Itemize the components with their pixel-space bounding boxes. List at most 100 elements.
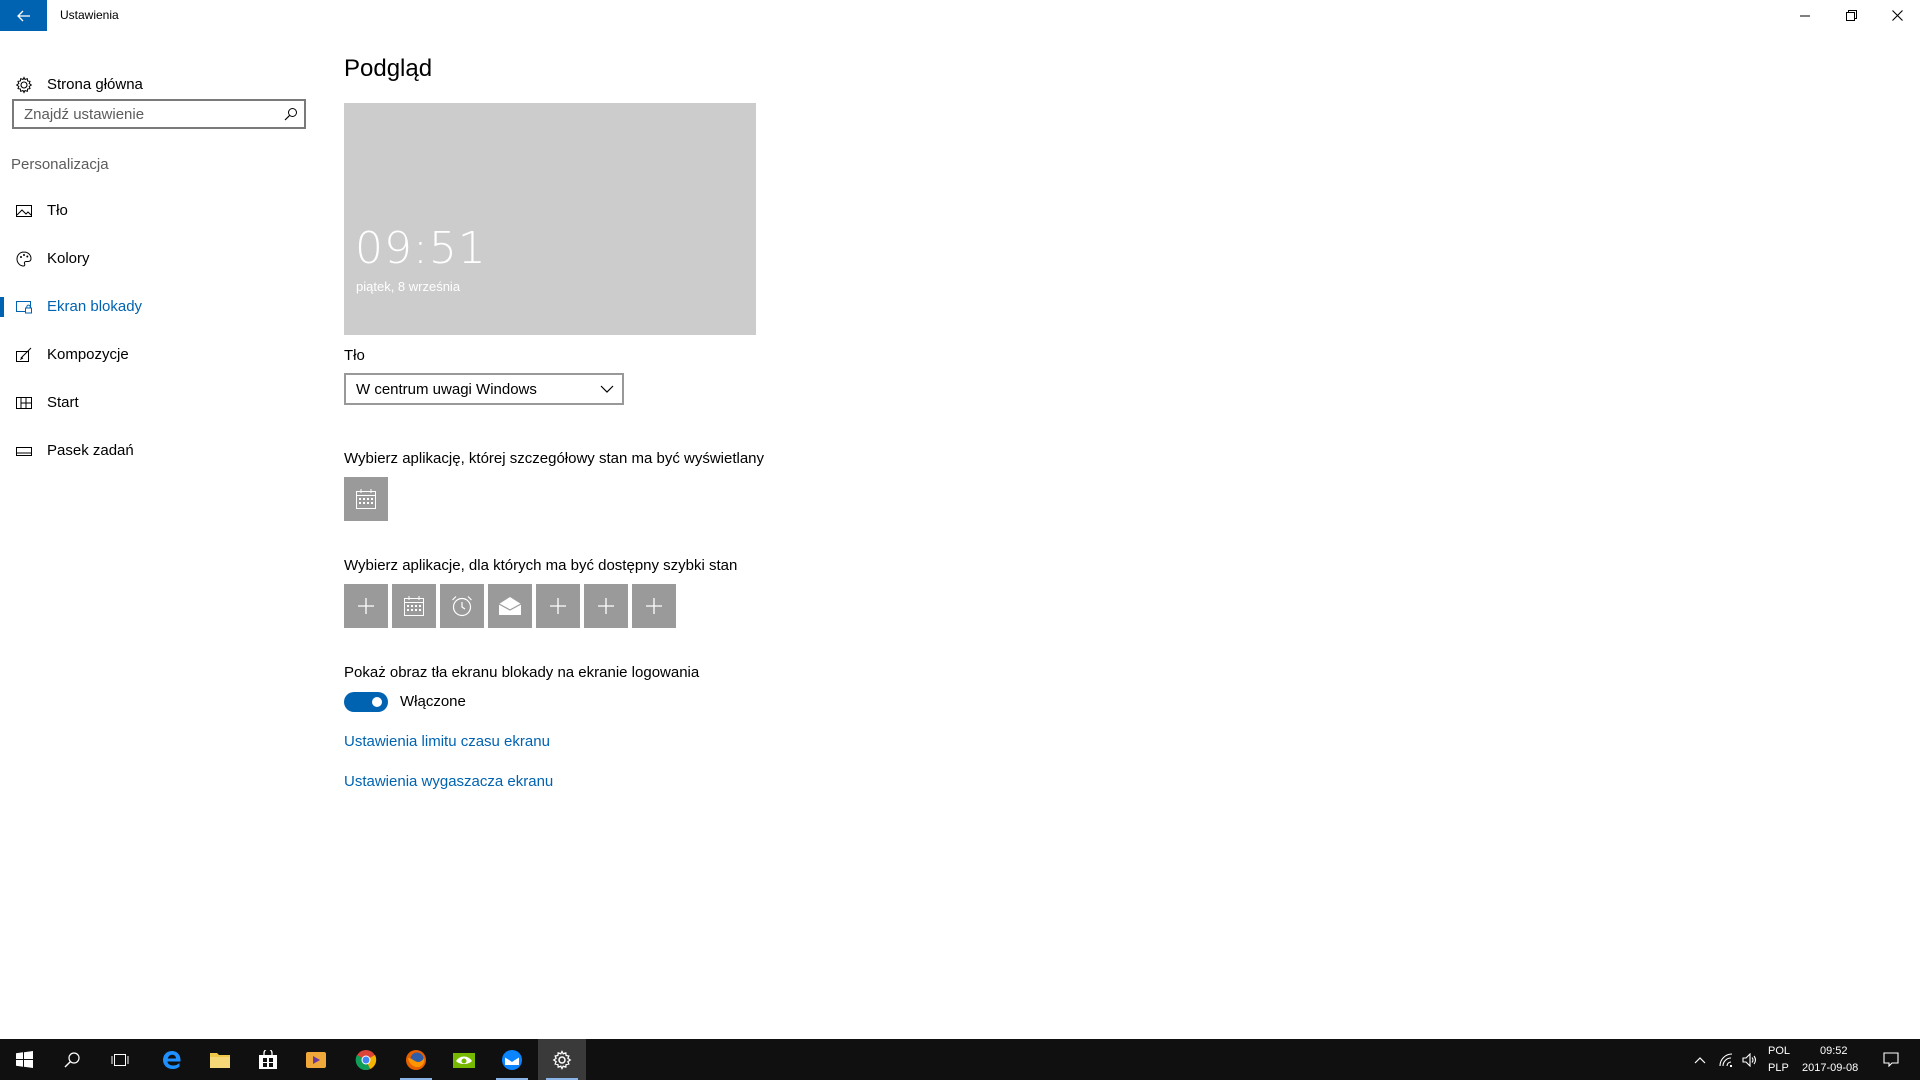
edge-icon xyxy=(163,1050,181,1069)
toggle-knob xyxy=(372,697,382,707)
thunderbird-icon xyxy=(502,1049,522,1070)
taskbar-app-nvidia[interactable] xyxy=(440,1039,488,1080)
start-button[interactable] xyxy=(0,1039,48,1080)
tray-language[interactable]: POL PLP xyxy=(1764,1039,1798,1080)
tray-show-hidden-button[interactable] xyxy=(1688,1039,1712,1080)
sidebar-item-tlo[interactable]: Tło xyxy=(0,191,320,231)
notification-icon xyxy=(1883,1052,1899,1067)
lang-code: POL xyxy=(1768,1045,1791,1057)
plus-icon xyxy=(358,598,374,614)
sidebar-item-kompozycje[interactable]: Kompozycje xyxy=(0,335,320,375)
nvidia-icon xyxy=(453,1052,475,1068)
settings-icon xyxy=(552,1049,572,1070)
calendar-icon xyxy=(356,489,376,509)
show-bg-label: Pokaż obraz tła ekranu blokady na ekrani… xyxy=(344,664,700,681)
toggle-state-label: Włączone xyxy=(400,693,466,710)
store-icon xyxy=(259,1049,277,1069)
search-box[interactable] xyxy=(12,99,306,129)
plus-icon xyxy=(646,598,662,614)
quick-status-slot-6[interactable] xyxy=(584,584,628,628)
alarm-clock-icon xyxy=(452,596,472,617)
tray-volume-button[interactable] xyxy=(1738,1039,1762,1080)
picture-icon xyxy=(16,205,32,217)
close-icon xyxy=(1891,10,1903,21)
main-content: Podgląd 09:51 piątek, 8 września Tło W c… xyxy=(344,31,1844,1031)
sidebar-item-label: Kolory xyxy=(47,250,90,267)
mail-icon xyxy=(498,597,522,615)
taskbar: POL PLP 09:52 2017-09-08 xyxy=(0,1039,1920,1080)
sidebar-item-start[interactable]: Start xyxy=(0,383,320,423)
quick-status-slot-5[interactable] xyxy=(536,584,580,628)
close-button[interactable] xyxy=(1874,0,1920,31)
title-bar: Ustawienia xyxy=(0,0,1920,31)
detailed-status-app-button[interactable] xyxy=(344,477,388,521)
chrome-icon xyxy=(355,1049,377,1070)
calendar-icon xyxy=(404,596,424,616)
restore-icon xyxy=(1845,10,1857,21)
sidebar-item-label: Ekran blokady xyxy=(47,298,143,315)
taskbar-search-button[interactable] xyxy=(48,1039,96,1080)
firefox-icon xyxy=(406,1049,426,1070)
tray-clock[interactable]: 09:52 2017-09-08 xyxy=(1800,1039,1870,1080)
sidebar-item-kolory[interactable]: Kolory xyxy=(0,239,320,279)
background-dropdown-value: W centrum uwagi Windows xyxy=(356,381,537,398)
restore-button[interactable] xyxy=(1828,0,1874,31)
brush-icon xyxy=(16,347,32,362)
action-center-button[interactable] xyxy=(1876,1039,1906,1080)
screensaver-link[interactable]: Ustawienia wygaszacza ekranu xyxy=(344,773,553,790)
back-button[interactable] xyxy=(0,0,47,31)
chevron-down-icon xyxy=(600,385,614,393)
sidebar-home[interactable]: Strona główna xyxy=(0,67,320,103)
windows-logo-icon xyxy=(15,1051,33,1068)
lock-screen-preview: 09:51 piątek, 8 września xyxy=(344,103,756,335)
start-icon xyxy=(16,397,32,409)
screen-timeout-link[interactable]: Ustawienia limitu czasu ekranu xyxy=(344,733,550,750)
gear-icon xyxy=(15,76,33,94)
media-player-icon xyxy=(306,1051,326,1068)
preview-time: 09:51 xyxy=(355,223,487,274)
wifi-icon xyxy=(1719,1052,1733,1067)
taskbar-app-explorer[interactable] xyxy=(196,1039,244,1080)
sidebar-item-ekran-blokady[interactable]: Ekran blokady xyxy=(0,287,320,327)
quick-status-slot-2[interactable] xyxy=(392,584,436,628)
clock-time: 09:52 xyxy=(1820,1045,1848,1057)
taskbar-app-settings[interactable] xyxy=(538,1039,586,1080)
file-explorer-icon xyxy=(210,1052,230,1068)
sidebar-item-label: Start xyxy=(47,394,79,411)
quick-status-slot-1[interactable] xyxy=(344,584,388,628)
sidebar-item-label: Pasek zadań xyxy=(47,442,134,459)
quick-status-label: Wybierz aplikacje, dla których ma być do… xyxy=(344,557,738,574)
page-title: Podgląd xyxy=(344,55,433,82)
quick-status-slot-7[interactable] xyxy=(632,584,676,628)
quick-status-slot-4[interactable] xyxy=(488,584,532,628)
taskbar-app-store[interactable] xyxy=(244,1039,292,1080)
search-icon[interactable] xyxy=(284,107,298,121)
show-bg-toggle[interactable] xyxy=(344,692,388,712)
task-view-button[interactable] xyxy=(96,1039,144,1080)
search-icon xyxy=(64,1051,80,1067)
quick-status-slot-3[interactable] xyxy=(440,584,484,628)
taskbar-app-thunderbird[interactable] xyxy=(488,1039,536,1080)
sidebar-item-pasek-zadan[interactable]: Pasek zadań xyxy=(0,431,320,471)
speaker-icon xyxy=(1742,1052,1757,1067)
taskbar-icon xyxy=(16,447,32,456)
plus-icon xyxy=(550,598,566,614)
taskbar-app-edge[interactable] xyxy=(148,1039,196,1080)
taskbar-app-media[interactable] xyxy=(292,1039,340,1080)
sidebar-home-label: Strona główna xyxy=(47,76,143,93)
clock-date: 2017-09-08 xyxy=(1802,1062,1859,1074)
sidebar: Strona główna Personalizacja Tło Kolory xyxy=(0,31,320,1039)
keyboard-layout: PLP xyxy=(1768,1062,1789,1074)
preview-date: piątek, 8 września xyxy=(356,279,461,294)
sidebar-item-label: Kompozycje xyxy=(47,346,129,363)
settings-window: Ustawienia Strona główna Personaliza xyxy=(0,0,1920,1039)
detailed-status-label: Wybierz aplikację, której szczegółowy st… xyxy=(344,450,765,467)
minimize-icon xyxy=(1800,15,1810,16)
minimize-button[interactable] xyxy=(1782,0,1828,31)
window-title: Ustawienia xyxy=(60,8,119,22)
tray-network-button[interactable] xyxy=(1714,1039,1738,1080)
background-dropdown[interactable]: W centrum uwagi Windows xyxy=(344,373,624,405)
taskbar-app-chrome[interactable] xyxy=(342,1039,390,1080)
taskbar-app-firefox[interactable] xyxy=(392,1039,440,1080)
search-input[interactable] xyxy=(14,101,284,127)
